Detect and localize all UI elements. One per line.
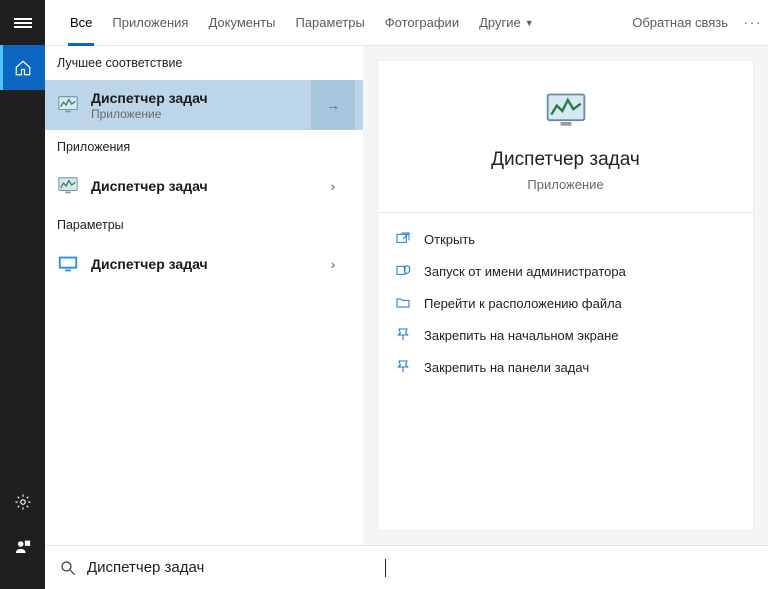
expand-button[interactable]: → [311,80,355,130]
result-title: Диспетчер задач [91,256,311,272]
chevron-right-icon: › [331,256,336,272]
result-title: Диспетчер задач [91,178,311,194]
more-button[interactable]: ··· [738,15,768,30]
settings-monitor-icon [57,253,79,275]
tab-settings[interactable]: Параметры [285,0,374,46]
left-vertical-bar [0,0,45,589]
tab-label: Документы [208,15,275,30]
action-label: Запуск от имени администратора [424,264,626,279]
home-button[interactable] [0,45,45,90]
result-title: Диспетчер задач [91,90,311,106]
open-icon [392,231,414,247]
divider [378,212,753,213]
result-subtitle: Приложение [91,107,311,121]
action-label: Перейти к расположению файла [424,296,622,311]
tab-label: Приложения [112,15,188,30]
folder-icon [392,295,414,311]
tab-photos[interactable]: Фотографии [375,0,469,46]
results-pane: Лучшее соответствие Диспетчер задач Прил… [45,46,363,545]
shield-icon [392,263,414,279]
action-label: Закрепить на панели задач [424,360,589,375]
main-area: Все Приложения Документы Параметры Фотог… [45,0,768,589]
gear-icon [14,493,32,511]
task-manager-icon [57,94,79,116]
pin-icon [392,327,414,343]
tab-all[interactable]: Все [60,0,102,46]
action-open[interactable]: Открыть [392,223,739,255]
search-icon [59,559,77,577]
action-pin-taskbar[interactable]: Закрепить на панели задач [392,351,739,383]
home-icon [14,59,32,77]
chevron-down-icon: ▼ [525,18,534,28]
tabs-bar: Все Приложения Документы Параметры Фотог… [45,0,768,46]
action-pin-start[interactable]: Закрепить на начальном экране [392,319,739,351]
tab-label: Все [70,15,92,30]
account-button[interactable] [0,524,45,569]
tab-documents[interactable]: Документы [198,0,285,46]
tab-label: Фотографии [385,15,459,30]
task-manager-icon [57,175,79,197]
result-setting[interactable]: Диспетчер задач › [45,242,363,286]
tab-label: Другие [479,15,521,30]
expand-button[interactable]: › [311,161,355,211]
tab-label: Параметры [295,15,364,30]
action-run-as-admin[interactable]: Запуск от имени администратора [392,255,739,287]
expand-button[interactable]: › [311,239,355,289]
person-icon [14,538,32,556]
tab-other[interactable]: Другие ▼ [469,0,544,46]
chevron-right-icon: → [326,97,340,113]
feedback-link[interactable]: Обратная связь [622,15,738,30]
search-bar[interactable] [45,545,768,589]
hamburger-button[interactable] [0,0,45,45]
detail-pane: Диспетчер задач Приложение Открыть Запус… [363,46,768,545]
group-header-settings: Параметры [45,208,363,242]
result-app[interactable]: Диспетчер задач › [45,164,363,208]
action-label: Открыть [424,232,475,247]
result-best-match[interactable]: Диспетчер задач Приложение → [45,80,363,130]
feedback-label: Обратная связь [632,15,728,30]
task-manager-icon [544,89,588,133]
caret-icon [385,559,386,577]
detail-subtitle: Приложение [527,177,603,192]
group-header-apps: Приложения [45,130,363,164]
search-input[interactable] [87,559,387,576]
tab-apps[interactable]: Приложения [102,0,198,46]
settings-button[interactable] [0,479,45,524]
ellipsis-icon: ··· [744,15,763,30]
action-label: Закрепить на начальном экране [424,328,619,343]
chevron-right-icon: › [331,178,336,194]
group-header-best: Лучшее соответствие [45,46,363,80]
pin-icon [392,359,414,375]
detail-title: Диспетчер задач [491,149,640,171]
action-open-location[interactable]: Перейти к расположению файла [392,287,739,319]
detail-card: Диспетчер задач Приложение Открыть Запус… [377,60,754,531]
